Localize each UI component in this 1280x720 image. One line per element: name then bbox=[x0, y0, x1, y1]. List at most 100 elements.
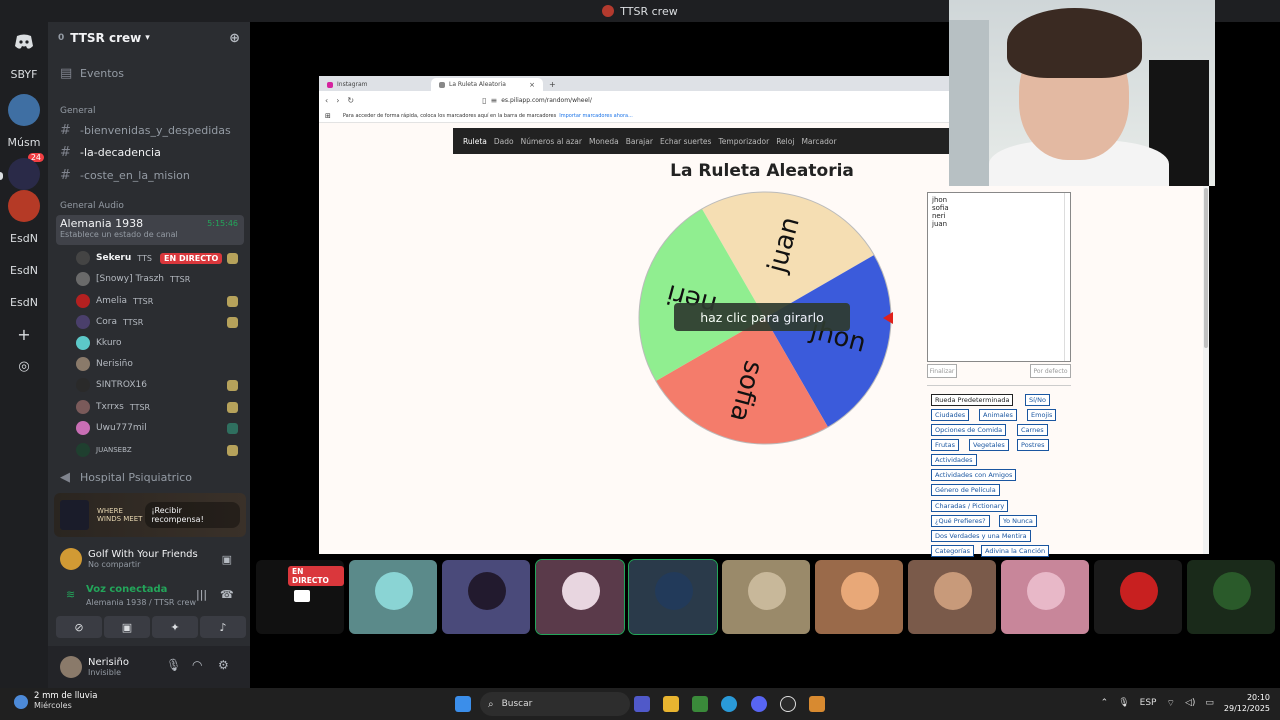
tile-participant[interactable] bbox=[442, 560, 530, 634]
nav-barajar[interactable]: Barajar bbox=[626, 137, 653, 146]
tile-stream[interactable]: EN DIRECTO bbox=[256, 560, 344, 634]
app-icon[interactable] bbox=[809, 696, 825, 712]
tile-participant[interactable] bbox=[349, 560, 437, 634]
member-sintrox16[interactable]: SINTROX16 bbox=[76, 375, 244, 395]
new-tab-icon[interactable]: + bbox=[543, 80, 562, 91]
voice-status[interactable]: Voz conectada bbox=[86, 584, 167, 595]
tile-participant[interactable] bbox=[815, 560, 903, 634]
edge-icon[interactable] bbox=[721, 696, 737, 712]
discord-taskbar-icon[interactable] bbox=[751, 696, 767, 712]
back-icon[interactable]: ‹ bbox=[325, 96, 328, 105]
server-esdn-3[interactable]: EsdN bbox=[8, 286, 40, 318]
member-uwu777mil[interactable]: Uwu777mil bbox=[76, 418, 244, 438]
preset-charadas[interactable]: Charadas / Pictionary bbox=[931, 500, 1009, 512]
nav-echar-suertes[interactable]: Echar suertes bbox=[660, 137, 712, 146]
xbox-icon[interactable] bbox=[692, 696, 708, 712]
teams-icon[interactable] bbox=[634, 696, 650, 712]
scroll-thumb[interactable] bbox=[1204, 188, 1208, 348]
mic-tray-icon[interactable]: 🎙 bbox=[1118, 698, 1129, 708]
member-amelia[interactable]: Amelia TTSR bbox=[76, 291, 244, 311]
add-server-icon[interactable]: + bbox=[8, 318, 40, 350]
weather-widget[interactable]: 2 mm de lluvia Miércoles bbox=[14, 691, 97, 710]
tab-ruleta[interactable]: La Ruleta Aleatoria × bbox=[431, 78, 543, 91]
bookmark-icon[interactable]: ▯ bbox=[482, 96, 486, 105]
preset-actividades-amigos[interactable]: Actividades con Amigos bbox=[931, 469, 1017, 481]
explore-icon[interactable]: ◎ bbox=[8, 350, 40, 382]
voice-channel-alemania[interactable]: Alemania 1938 Establece un estado de can… bbox=[56, 215, 244, 245]
file-explorer-icon[interactable] bbox=[663, 696, 679, 712]
member-kkuro[interactable]: Kkuro bbox=[76, 333, 244, 353]
member-traszh[interactable]: [Snowy] Traszh TTSR bbox=[76, 269, 244, 289]
preset-frutas[interactable]: Frutas bbox=[931, 439, 959, 451]
default-button[interactable]: Por defecto bbox=[1030, 364, 1071, 378]
preset-dos-verdades[interactable]: Dos Verdades y una Mentira bbox=[931, 530, 1031, 542]
member-txrrxs[interactable]: Txrrxs TTSR bbox=[76, 397, 244, 417]
preset-vegetales[interactable]: Vegetales bbox=[969, 439, 1009, 451]
forward-icon[interactable]: › bbox=[336, 96, 339, 105]
clock[interactable]: 20:10 29/12/2025 bbox=[1224, 692, 1270, 714]
chevron-up-icon[interactable]: ⌃ bbox=[1101, 698, 1109, 708]
preset-carnes[interactable]: Carnes bbox=[1017, 424, 1048, 436]
noise-suppression-icon[interactable]: ||| bbox=[196, 588, 207, 601]
invite-user-icon[interactable]: ⊕ bbox=[229, 31, 240, 46]
user-avatar[interactable] bbox=[60, 656, 82, 678]
nav-reloj[interactable]: Reloj bbox=[776, 137, 794, 146]
voice-channel-hospital[interactable]: ◀ Hospital Psiquiatrico bbox=[56, 467, 244, 487]
member-juansebz[interactable]: JUANSEBZ bbox=[76, 440, 244, 460]
preset-animales[interactable]: Animales bbox=[979, 409, 1017, 421]
tile-participant[interactable] bbox=[908, 560, 996, 634]
preset-ciudades[interactable]: Ciudades bbox=[931, 409, 970, 421]
preset-default[interactable]: Rueda Predeterminada bbox=[931, 394, 1014, 406]
preset-genero-pelicula[interactable]: Género de Película bbox=[931, 484, 1000, 496]
screen-share-button[interactable]: ▣ bbox=[104, 616, 150, 638]
share-screen-icon[interactable]: ▣ bbox=[222, 553, 232, 566]
headphones-icon[interactable]: ◠ bbox=[192, 658, 202, 672]
volume-icon[interactable]: ◁) bbox=[1185, 698, 1195, 708]
nav-moneda[interactable]: Moneda bbox=[589, 137, 619, 146]
tile-participant[interactable] bbox=[1094, 560, 1182, 634]
server-esdn-2[interactable]: EsdN bbox=[8, 254, 40, 286]
chrome-icon[interactable] bbox=[780, 696, 796, 712]
tile-participant[interactable] bbox=[535, 559, 625, 635]
channel-la-decadencia[interactable]: # -la-decadencia bbox=[56, 142, 244, 162]
nav-temporizador[interactable]: Temporizador bbox=[718, 137, 769, 146]
reload-icon[interactable]: ↻ bbox=[347, 96, 354, 105]
server-avatar-1[interactable] bbox=[8, 94, 40, 126]
site-settings-icon[interactable]: ≡ bbox=[491, 96, 498, 105]
microphone-icon[interactable]: 🎙 bbox=[166, 658, 181, 672]
taskbar-search[interactable]: ⌕ Buscar bbox=[480, 692, 630, 716]
server-musm[interactable]: Músm 24 bbox=[8, 126, 44, 162]
preset-postres[interactable]: Postres bbox=[1017, 439, 1049, 451]
server-header[interactable]: 0 TTSR crew ▾ ⊕ bbox=[48, 22, 250, 54]
tile-participant[interactable] bbox=[722, 560, 810, 634]
spin-hint-button[interactable]: haz clic para girarlo bbox=[674, 303, 850, 331]
preset-que-prefieres[interactable]: ¿Qué Prefieres? bbox=[931, 515, 990, 527]
preset-emojis[interactable]: Emojis bbox=[1027, 409, 1057, 421]
tab-instagram[interactable]: Instagram bbox=[319, 78, 431, 91]
member-cora[interactable]: Cora TTSR bbox=[76, 312, 244, 332]
close-icon[interactable]: × bbox=[529, 81, 535, 89]
apps-grid-icon[interactable]: ⊞ bbox=[325, 112, 331, 120]
claim-reward-button[interactable]: ¡Recibir recompensa! bbox=[145, 502, 240, 528]
promo-banner[interactable]: WHERE WINDS MEET ¡Recibir recompensa! bbox=[54, 493, 246, 537]
server-sbyf[interactable]: SBYF bbox=[8, 58, 40, 90]
preset-adivina-cancion[interactable]: Adivina la Canción bbox=[981, 545, 1050, 557]
settings-gear-icon[interactable]: ⚙ bbox=[218, 658, 229, 672]
activities-button[interactable]: ✦ bbox=[152, 616, 198, 638]
category-general[interactable]: General bbox=[56, 101, 244, 121]
category-general-audio[interactable]: General Audio bbox=[56, 196, 244, 216]
channel-bienvenidas[interactable]: # -bienvenidas_y_despedidas bbox=[56, 120, 244, 140]
channel-events[interactable]: ▤ Eventos bbox=[56, 63, 244, 83]
nav-marcador[interactable]: Marcador bbox=[801, 137, 836, 146]
textarea-scrollbar[interactable] bbox=[1064, 193, 1070, 361]
signal-icon[interactable]: ≋ bbox=[66, 588, 75, 601]
nav-ruleta[interactable]: Ruleta bbox=[463, 137, 487, 146]
channel-coste-en-la-mision[interactable]: # -coste_en_la_mision bbox=[56, 165, 244, 185]
member-nerisino[interactable]: Nerisiño bbox=[76, 354, 244, 374]
wifi-icon[interactable]: ⌔ bbox=[1166, 698, 1174, 709]
preset-actividades[interactable]: Actividades bbox=[931, 454, 977, 466]
windows-start-icon[interactable] bbox=[455, 696, 471, 712]
disconnect-icon[interactable]: ☎ bbox=[220, 588, 234, 601]
nav-numeros[interactable]: Números al azar bbox=[521, 137, 582, 146]
soundboard-button[interactable]: ♪ bbox=[200, 616, 246, 638]
